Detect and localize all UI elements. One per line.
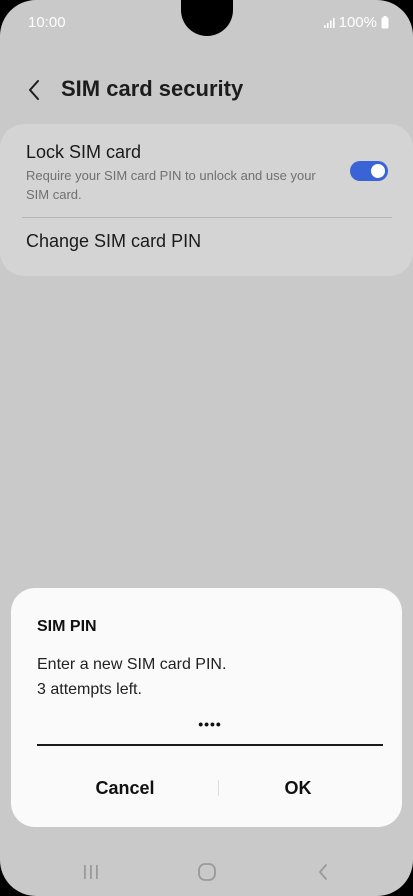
lock-sim-card-toggle[interactable] [350,161,388,181]
change-sim-pin-row[interactable]: Change SIM card PIN [0,218,413,276]
phone-screen: 10:00 100% SIM card security Lock SIM ca… [0,0,413,896]
status-indicators: 100% [323,14,389,31]
pin-underline [37,744,383,746]
recents-icon [84,865,98,879]
back-button[interactable] [20,74,48,106]
signal-icon [323,17,335,28]
home-icon [198,863,216,881]
dialog-title: SIM PIN [37,618,97,635]
nav-back-button[interactable] [303,858,343,886]
home-button[interactable] [187,858,227,886]
lock-sim-card-row[interactable]: Lock SIM card Require your SIM card PIN … [0,124,413,216]
dialog-attempts-left: 3 attempts left. [37,681,142,698]
battery-icon [381,16,389,29]
camera-notch [181,0,233,36]
navigation-bar [0,850,413,896]
back-icon [319,864,327,880]
settings-card: Lock SIM card Require your SIM card PIN … [0,124,413,276]
button-separator [218,780,219,796]
lock-sim-card-title: Lock SIM card [26,142,142,162]
chevron-left-icon [29,80,39,100]
app-header: SIM card security [0,68,413,112]
page-title: SIM card security [61,76,244,101]
toggle-knob [371,164,385,178]
sim-pin-dialog: SIM PIN Enter a new SIM card PIN. 3 atte… [11,588,402,827]
recents-button[interactable] [71,858,111,886]
dialog-message: Enter a new SIM card PIN. [37,656,227,673]
status-time: 10:00 [28,14,66,31]
lock-sim-card-subtitle: Require your SIM card PIN to unlock and … [26,168,316,202]
cancel-button[interactable]: Cancel [37,770,213,806]
battery-percent: 100% [338,14,377,31]
ok-button[interactable]: OK [221,770,375,806]
status-bar: 10:00 100% [0,0,413,46]
change-sim-pin-title: Change SIM card PIN [26,231,202,251]
pin-value: •••• [198,716,222,732]
pin-input[interactable]: •••• [37,712,383,746]
